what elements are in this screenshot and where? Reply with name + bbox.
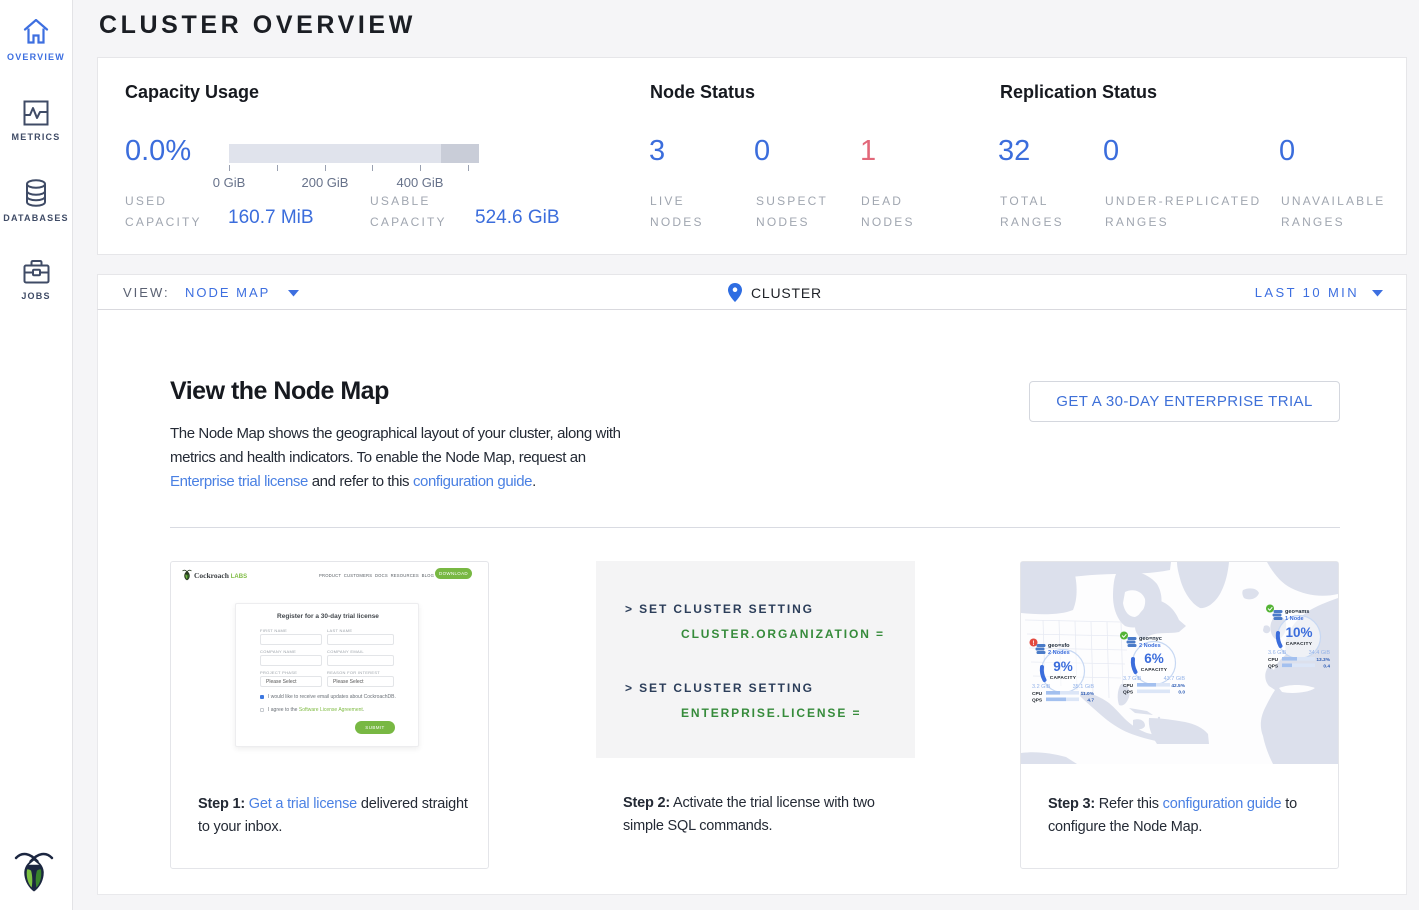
svg-text:geo=sfo: geo=sfo [1048, 643, 1070, 649]
svg-text:43.7 GiB: 43.7 GiB [1164, 676, 1186, 682]
svg-text:0.0: 0.0 [1178, 690, 1185, 696]
svg-text:3.6 GiB: 3.6 GiB [1268, 650, 1287, 656]
svg-text:geo=nyc: geo=nyc [1139, 636, 1162, 642]
svg-text:11.0%: 11.0% [1081, 691, 1095, 697]
svg-text:CAPACITY: CAPACITY [1050, 675, 1077, 681]
svg-text:CPU: CPU [1268, 657, 1279, 663]
svg-text:CPU: CPU [1123, 683, 1134, 689]
svg-text:1 Node: 1 Node [1285, 616, 1304, 622]
svg-text:2 Nodes: 2 Nodes [1048, 650, 1070, 656]
svg-text:!: ! [1033, 641, 1035, 647]
svg-text:CAPACITY: CAPACITY [1141, 667, 1168, 673]
svg-text:geo=ams: geo=ams [1285, 609, 1309, 615]
svg-text:6%: 6% [1144, 651, 1164, 666]
svg-text:34.4 GiB: 34.4 GiB [1309, 650, 1331, 656]
svg-text:4.7: 4.7 [1087, 698, 1094, 704]
svg-text:QPS: QPS [1123, 690, 1134, 696]
svg-text:35.1 GiB: 35.1 GiB [1073, 684, 1095, 690]
svg-text:QPS: QPS [1032, 698, 1043, 704]
svg-text:3.2 GiB: 3.2 GiB [1032, 684, 1051, 690]
svg-text:3.7 GiB: 3.7 GiB [1123, 676, 1142, 682]
svg-text:10%: 10% [1285, 625, 1312, 640]
svg-text:0.4: 0.4 [1323, 664, 1330, 670]
svg-text:9%: 9% [1053, 659, 1073, 674]
svg-text:CPU: CPU [1032, 691, 1043, 697]
svg-text:CAPACITY: CAPACITY [1286, 641, 1313, 647]
svg-text:2 Nodes: 2 Nodes [1139, 643, 1161, 649]
svg-text:QPS: QPS [1268, 664, 1279, 670]
svg-text:42.5%: 42.5% [1171, 683, 1185, 689]
svg-text:13.3%: 13.3% [1316, 657, 1330, 663]
